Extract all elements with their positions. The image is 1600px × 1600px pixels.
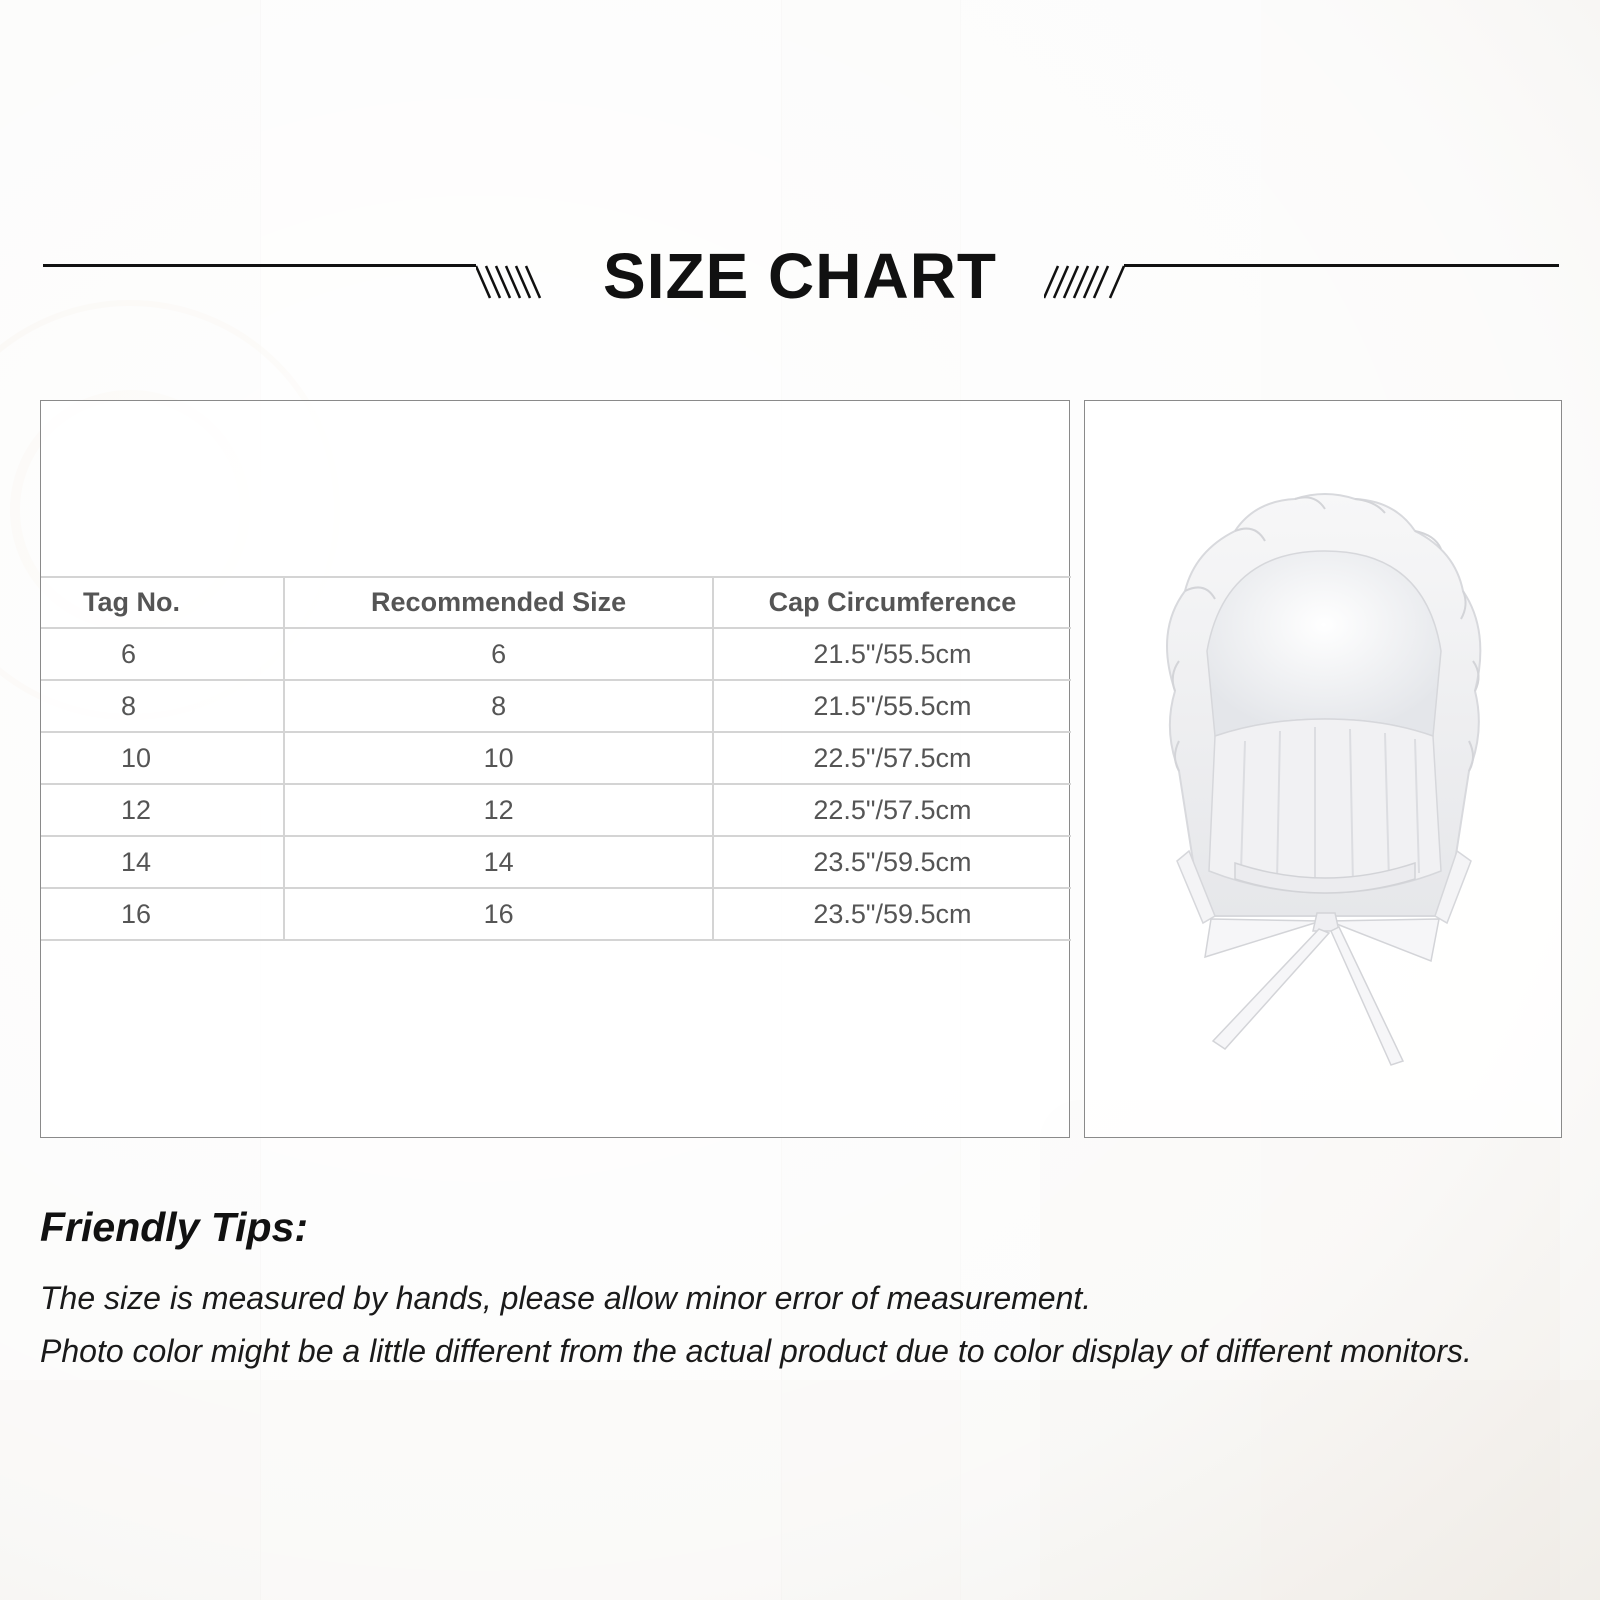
column-header-recommended-size: Recommended Size — [283, 576, 713, 629]
cap-circumference-cell: 21.5"/55.5cm — [711, 679, 1071, 733]
table-row: 6 6 21.5"/55.5cm — [41, 627, 1071, 681]
recommended-size-cell: 10 — [283, 731, 713, 785]
size-table: Tag No. Recommended Size Cap Circumferen… — [41, 576, 1071, 941]
tag-no-cell: 8 — [41, 679, 285, 733]
recommended-size-cell: 6 — [283, 627, 713, 681]
tag-no-cell: 16 — [41, 887, 285, 941]
hatch-marks-right — [1044, 265, 1126, 299]
table-row: 8 8 21.5"/55.5cm — [41, 679, 1071, 733]
tag-no-cell: 14 — [41, 835, 285, 889]
cap-circumference-cell: 21.5"/55.5cm — [711, 627, 1071, 681]
table-row: 14 14 23.5"/59.5cm — [41, 835, 1071, 889]
tag-no-cell: 6 — [41, 627, 285, 681]
recommended-size-cell: 12 — [283, 783, 713, 837]
tip-line-photo-color: Photo color might be a little different … — [40, 1333, 1472, 1369]
cap-circumference-cell: 23.5"/59.5cm — [711, 887, 1071, 941]
table-row: 12 12 22.5"/57.5cm — [41, 783, 1071, 837]
header-rule-right — [1124, 264, 1559, 267]
bonnet-product-image — [1166, 493, 1482, 1066]
friendly-tips-heading: Friendly Tips: — [40, 1204, 309, 1250]
recommended-size-cell: 8 — [283, 679, 713, 733]
table-header-row: Tag No. Recommended Size Cap Circumferen… — [41, 576, 1071, 629]
column-header-cap-circumference: Cap Circumference — [711, 576, 1071, 629]
column-header-tag-no: Tag No. — [41, 576, 285, 629]
size-table-panel: Tag No. Recommended Size Cap Circumferen… — [40, 400, 1071, 1138]
product-photo-panel — [1084, 400, 1562, 1138]
table-row: 10 10 22.5"/57.5cm — [41, 731, 1071, 785]
cap-circumference-cell: 22.5"/57.5cm — [711, 731, 1071, 785]
recommended-size-cell: 14 — [283, 835, 713, 889]
cap-circumference-cell: 23.5"/59.5cm — [711, 835, 1071, 889]
recommended-size-cell: 16 — [283, 887, 713, 941]
tag-no-cell: 12 — [41, 783, 285, 837]
tag-no-cell: 10 — [41, 731, 285, 785]
page-title: SIZE CHART — [603, 240, 997, 312]
table-row: 16 16 23.5"/59.5cm — [41, 887, 1071, 941]
size-chart-header: SIZE CHART — [0, 236, 1600, 316]
cap-circumference-cell: 22.5"/57.5cm — [711, 783, 1071, 837]
tip-line-measurement: The size is measured by hands, please al… — [40, 1280, 1092, 1316]
